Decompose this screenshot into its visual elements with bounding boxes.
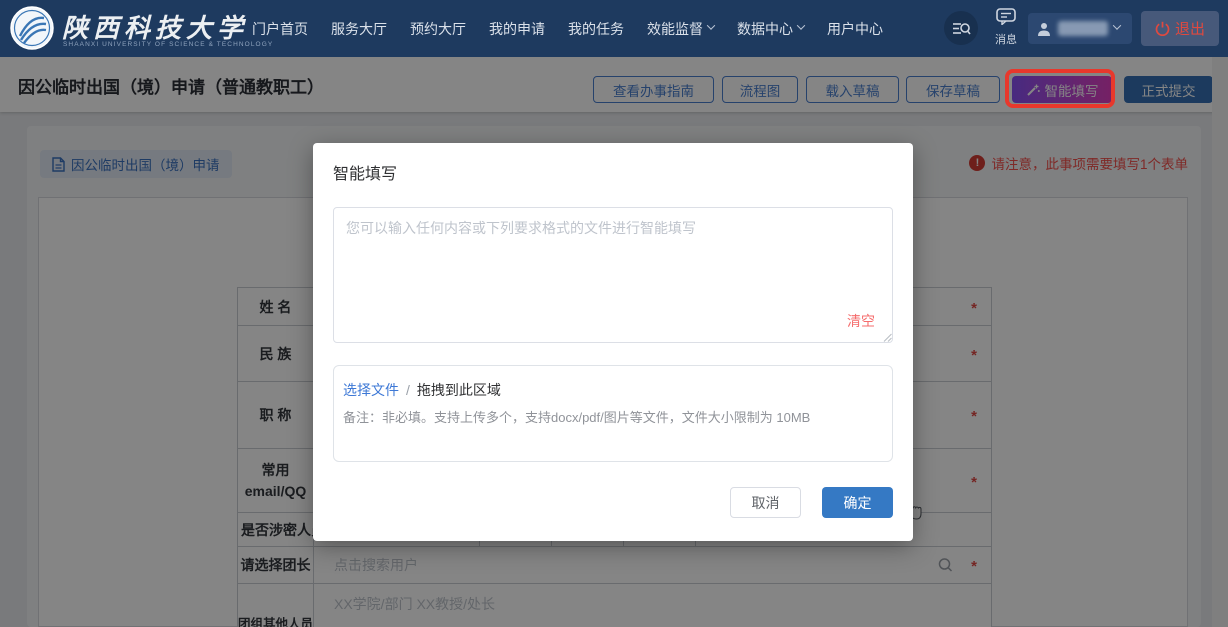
user-menu[interactable]: [1028, 13, 1132, 44]
navbar: 陕西科技大学 SHAANXI UNIVERSITY OF SCIENCE & T…: [0, 0, 1228, 57]
university-logo-icon: [10, 6, 54, 50]
choose-file-link[interactable]: 选择文件: [343, 380, 399, 400]
messages-button[interactable]: 消息: [988, 8, 1024, 47]
nav-item-service-hall[interactable]: 服务大厅: [331, 19, 387, 39]
nav-item-my-applications[interactable]: 我的申请: [489, 19, 545, 39]
separator: /: [406, 382, 410, 398]
search-icon: [952, 20, 971, 37]
nav-item-efficiency-supervision[interactable]: 效能监督: [647, 19, 714, 39]
confirm-button[interactable]: 确定: [822, 487, 893, 518]
messages-label: 消息: [988, 31, 1024, 47]
cancel-button[interactable]: 取消: [730, 487, 801, 518]
upload-note: 备注：非必填。支持上传多个，支持docx/pdf/图片等文件，文件大小限制为 1…: [343, 407, 810, 426]
resize-handle-icon[interactable]: [883, 333, 892, 342]
user-name-redacted: [1058, 21, 1108, 36]
message-icon: [996, 8, 1016, 25]
main-menu: 门户首页 服务大厅 预约大厅 我的申请 我的任务 效能监督 数据中心 用户中心: [252, 0, 883, 57]
chevron-down-icon: [1113, 21, 1121, 29]
nav-item-portal-home[interactable]: 门户首页: [252, 19, 308, 39]
clear-link[interactable]: 清空: [847, 311, 875, 331]
chevron-down-icon: [707, 21, 715, 29]
nav-item-my-tasks[interactable]: 我的任务: [568, 19, 624, 39]
chevron-down-icon: [797, 21, 805, 29]
file-upload-dropzone[interactable]: 选择文件 / 拖拽到此区域 备注：非必填。支持上传多个，支持docx/pdf/图…: [333, 365, 893, 462]
university-name-en: SHAANXI UNIVERSITY OF SCIENCE & TECHNOLO…: [63, 41, 273, 48]
university-name: 陕西科技大学: [62, 8, 248, 45]
drag-hint: 拖拽到此区域: [417, 380, 501, 400]
logout-button[interactable]: 退出: [1141, 11, 1219, 46]
power-icon: [1155, 21, 1170, 36]
search-button[interactable]: [944, 11, 978, 45]
smart-fill-textarea[interactable]: [333, 207, 893, 343]
user-avatar-icon: [1036, 21, 1052, 37]
nav-item-data-center[interactable]: 数据中心: [737, 19, 804, 39]
nav-item-booking-hall[interactable]: 预约大厅: [410, 19, 466, 39]
app-root: 陕西科技大学 SHAANXI UNIVERSITY OF SCIENCE & T…: [0, 0, 1228, 627]
nav-item-user-center[interactable]: 用户中心: [827, 19, 883, 39]
logout-label: 退出: [1175, 18, 1205, 39]
dialog-title: 智能填写: [333, 160, 397, 184]
smart-fill-dialog: 智能填写 清空 选择文件 / 拖拽到此区域 备注：非必填。支持上传多个，支持do…: [313, 143, 913, 541]
